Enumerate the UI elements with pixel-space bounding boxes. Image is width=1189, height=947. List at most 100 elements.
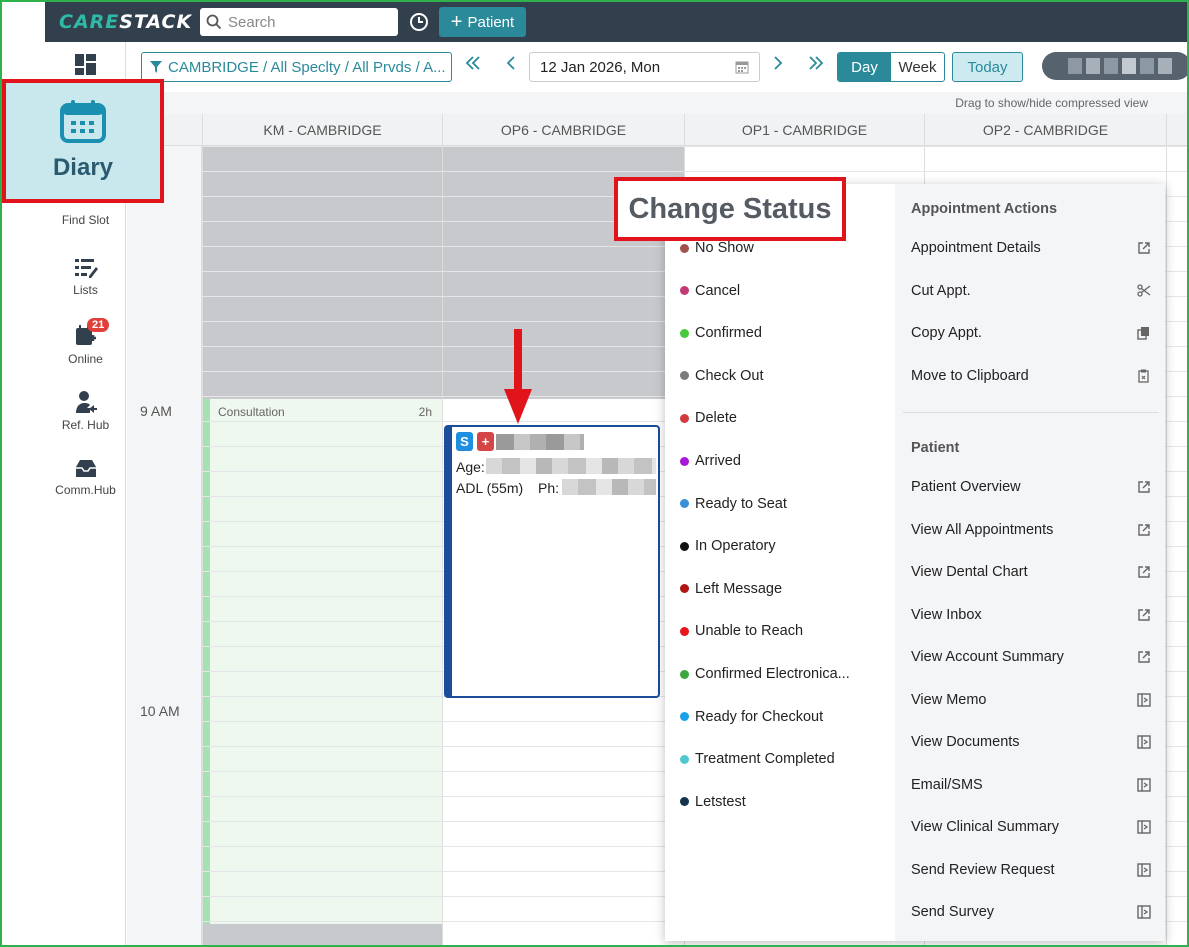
menu-action-item[interactable]: View Documents bbox=[911, 734, 1151, 750]
nav-comm-hub[interactable]: Comm.Hub bbox=[45, 459, 126, 497]
external-link-icon bbox=[1137, 241, 1151, 259]
status-dot-icon bbox=[680, 584, 689, 594]
chevron-right-icon[interactable] bbox=[772, 55, 784, 71]
dashboard-icon[interactable] bbox=[74, 53, 97, 76]
today-button[interactable]: Today bbox=[952, 52, 1023, 82]
menu-action-item[interactable]: View Dental Chart bbox=[911, 564, 1151, 580]
column-header: KM - CAMBRIDGE bbox=[202, 114, 442, 146]
screenshot-frame: { "app": {"logo_a": "CARE", "logo_b": "S… bbox=[0, 0, 1189, 947]
double-chevron-right-icon[interactable] bbox=[808, 55, 824, 71]
status-dot-icon bbox=[680, 286, 689, 296]
status-item[interactable]: No Show bbox=[680, 240, 754, 256]
nav-find-slot[interactable]: Find Slot bbox=[45, 199, 126, 227]
compress-hint-row[interactable]: Drag to show/hide compressed view bbox=[127, 92, 1187, 114]
nav-diary-highlight[interactable]: Diary bbox=[2, 79, 164, 203]
status-dot-icon bbox=[680, 626, 689, 636]
nav-lists[interactable]: Lists bbox=[45, 257, 126, 297]
menu-action-item[interactable]: Send Survey bbox=[911, 904, 1151, 920]
redacted-user-pill[interactable] bbox=[1042, 52, 1187, 80]
view-toggle: Day Week bbox=[837, 52, 945, 82]
menu-action-item[interactable]: Move to Clipboard bbox=[911, 368, 1151, 384]
menu-action-item[interactable]: View Inbox bbox=[911, 607, 1151, 623]
status-item[interactable]: Letstest bbox=[680, 794, 746, 810]
status-dot-icon bbox=[680, 754, 689, 764]
patient-heading: Patient bbox=[911, 440, 960, 456]
status-dot-icon bbox=[680, 456, 689, 466]
external-link-icon bbox=[1137, 480, 1151, 498]
week-view-button[interactable]: Week bbox=[891, 53, 944, 81]
menu-action-item[interactable]: View Clinical Summary bbox=[911, 819, 1151, 835]
status-item[interactable]: Left Message bbox=[680, 581, 782, 597]
chevron-left-icon[interactable] bbox=[505, 55, 517, 71]
menu-action-item[interactable]: Copy Appt. bbox=[911, 325, 1151, 341]
time-label: 10 AM bbox=[140, 703, 180, 719]
grid-line bbox=[202, 146, 1187, 147]
change-status-heading: Change Status bbox=[614, 177, 846, 241]
menu-action-item[interactable]: View All Appointments bbox=[911, 522, 1151, 538]
grid-line bbox=[202, 171, 1187, 172]
status-item[interactable]: Delete bbox=[680, 410, 737, 426]
menu-action-item[interactable]: Patient Overview bbox=[911, 479, 1151, 495]
down-arrow-annotation bbox=[504, 329, 532, 424]
side-panel-icon bbox=[1137, 862, 1151, 881]
divider bbox=[903, 412, 1159, 413]
status-item[interactable]: Arrived bbox=[680, 453, 741, 469]
external-link-icon bbox=[1137, 523, 1151, 541]
top-bar: CARESTACK Search + Patient bbox=[45, 2, 1187, 42]
column-header bbox=[1166, 114, 1187, 146]
double-chevron-left-icon[interactable] bbox=[465, 55, 481, 71]
redacted-phone bbox=[562, 479, 656, 495]
menu-action-item[interactable]: View Memo bbox=[911, 692, 1151, 708]
column-header: OP6 - CAMBRIDGE bbox=[442, 114, 684, 146]
scissors-icon bbox=[1137, 283, 1151, 302]
status-item[interactable]: Treatment Completed bbox=[680, 751, 835, 767]
menu-action-item[interactable]: View Account Summary bbox=[911, 649, 1151, 665]
column-header: OP1 - CAMBRIDGE bbox=[684, 114, 924, 146]
status-item[interactable]: Confirmed bbox=[680, 325, 762, 341]
search-icon bbox=[206, 14, 222, 30]
status-dot-icon bbox=[680, 243, 689, 253]
status-dot-icon bbox=[680, 797, 689, 807]
status-item[interactable]: Confirmed Electronica... bbox=[680, 666, 850, 682]
menu-action-item[interactable]: Email/SMS bbox=[911, 777, 1151, 793]
menu-action-item[interactable]: Appointment Details bbox=[911, 240, 1151, 256]
online-badge: 21 bbox=[87, 318, 110, 332]
tag-plus: + bbox=[477, 432, 494, 451]
add-patient-button[interactable]: + Patient bbox=[439, 7, 526, 37]
status-dot-icon bbox=[680, 541, 689, 551]
status-dot-icon bbox=[680, 328, 689, 338]
day-view-button[interactable]: Day bbox=[838, 53, 891, 81]
status-dot-icon bbox=[680, 669, 689, 679]
status-item[interactable]: In Operatory bbox=[680, 538, 776, 554]
appointment-card[interactable]: S + Age: ADL (55m) Ph: bbox=[444, 425, 660, 698]
status-item[interactable]: Ready for Checkout bbox=[680, 709, 823, 725]
location-filter[interactable]: CAMBRIDGE / All Speclty / All Prvds / A.… bbox=[141, 52, 452, 82]
nav-online[interactable]: 21 Online bbox=[45, 318, 126, 366]
clipboard-icon bbox=[1137, 369, 1151, 387]
column-headers: KM - CAMBRIDGE OP6 - CAMBRIDGE OP1 - CAM… bbox=[127, 114, 1187, 146]
menu-action-item[interactable]: Cut Appt. bbox=[911, 283, 1151, 299]
appointment-context-menu: No Show Cancel Confirmed Check Out Delete Arr… bbox=[665, 184, 1165, 941]
status-item[interactable]: Check Out bbox=[680, 368, 764, 384]
carestack-logo[interactable]: CARESTACK bbox=[59, 11, 192, 33]
lists-icon bbox=[74, 259, 98, 278]
status-dot-icon bbox=[680, 712, 689, 722]
date-picker[interactable]: 12 Jan 2026, Mon bbox=[529, 52, 760, 82]
status-item[interactable]: Unable to Reach bbox=[680, 623, 803, 639]
calendar-icon bbox=[60, 100, 106, 143]
time-column: 9 AM 10 AM bbox=[127, 146, 202, 945]
filter-icon bbox=[150, 61, 162, 73]
nav-ref-hub[interactable]: Ref. Hub bbox=[45, 390, 126, 432]
nav-diary-label: Diary bbox=[52, 154, 114, 181]
status-dot-icon bbox=[680, 371, 689, 381]
toolbar: CAMBRIDGE / All Speclty / All Prvds / A.… bbox=[127, 42, 1187, 92]
search-input[interactable]: Search bbox=[200, 8, 398, 36]
status-item[interactable]: Cancel bbox=[680, 283, 740, 299]
side-panel-icon bbox=[1137, 735, 1151, 753]
copy-icon bbox=[1137, 326, 1151, 344]
menu-action-item[interactable]: Send Review Request bbox=[911, 862, 1151, 878]
plus-icon: + bbox=[450, 11, 463, 33]
external-link-icon bbox=[1137, 608, 1151, 626]
status-item[interactable]: Ready to Seat bbox=[680, 496, 787, 512]
timer-icon[interactable] bbox=[408, 11, 430, 33]
